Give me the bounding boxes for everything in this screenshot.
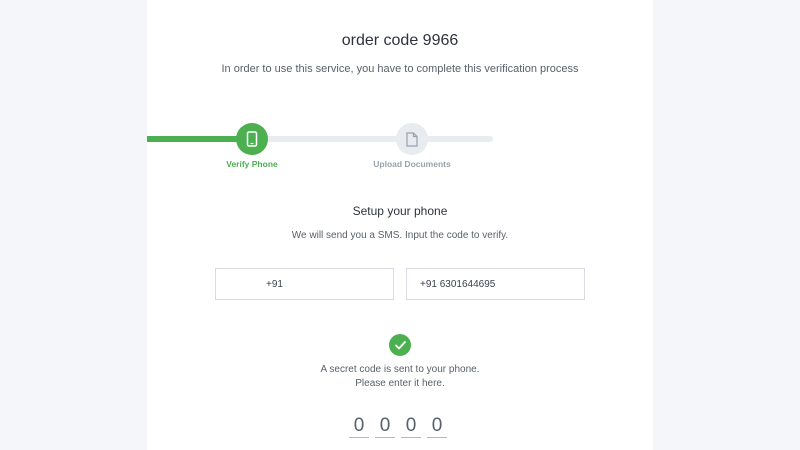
step-verify-phone[interactable] (236, 123, 268, 155)
setup-title: Setup your phone (352, 204, 448, 218)
phone-icon (246, 131, 258, 147)
document-icon (406, 131, 418, 147)
page-subtitle: In order to use this service, you have t… (221, 63, 579, 75)
otp-digit-4[interactable]: 0 (427, 414, 447, 438)
step-label-verify-phone: Verify Phone (226, 159, 278, 169)
phone-number-field[interactable]: +91 6301644695 (406, 268, 585, 300)
step-upload-documents[interactable] (396, 123, 428, 155)
verification-card: order code 9966 In order to use this ser… (147, 0, 653, 450)
country-code-value: +91 (266, 278, 283, 290)
success-badge (389, 334, 411, 356)
step-label-upload-documents: Upload Documents (373, 159, 451, 169)
country-code-field[interactable]: +91 (215, 268, 394, 300)
phone-number-value: +91 6301644695 (420, 278, 496, 290)
otp-digit-3[interactable]: 0 (401, 414, 421, 438)
page-title: order code 9966 (341, 32, 459, 49)
otp-digit-2[interactable]: 0 (375, 414, 395, 438)
otp-digit-1[interactable]: 0 (349, 414, 369, 438)
confirmation-line-1: A secret code is sent to your phone. (320, 364, 480, 375)
progress-track (147, 136, 493, 142)
confirmation-line-2: Please enter it here. (355, 378, 445, 389)
setup-subtitle: We will send you a SMS. Input the code t… (291, 230, 509, 241)
check-icon (394, 340, 406, 349)
